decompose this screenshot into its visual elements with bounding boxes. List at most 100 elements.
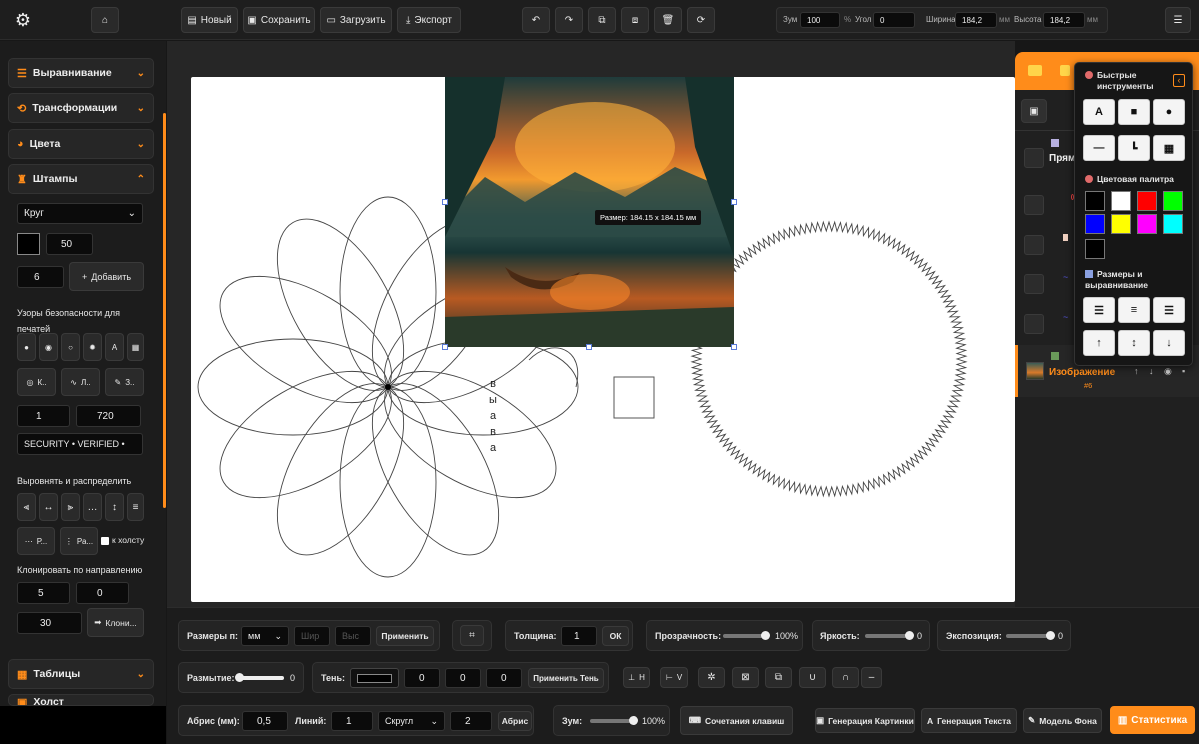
layer-up-icon[interactable]: ↑: [1134, 366, 1139, 376]
vertical-text[interactable]: в ы а в а: [487, 376, 499, 456]
line-tool-button[interactable]: —: [1083, 135, 1115, 161]
refresh-button[interactable]: ⟳: [687, 7, 715, 33]
pattern-z-button[interactable]: ✎ З..: [105, 368, 144, 396]
align-top-button[interactable]: …: [83, 493, 102, 521]
selection-handle[interactable]: [586, 344, 592, 350]
color-swatch-red[interactable]: [1137, 191, 1157, 211]
quick-align-bottom-button[interactable]: ↓: [1153, 330, 1185, 356]
accordion-align[interactable]: ☰ Выравнивание ⌄: [8, 58, 154, 88]
width-field[interactable]: Шир: [294, 626, 330, 646]
color-swatch-blue[interactable]: [1085, 214, 1105, 234]
rect-layer-name[interactable]: Прям: [1049, 153, 1075, 164]
stamp-count-input[interactable]: 6: [17, 266, 64, 288]
round-select[interactable]: Скругл ⌄: [378, 711, 445, 731]
center-v-button[interactable]: ⊢ V: [660, 667, 688, 688]
crop-button[interactable]: ⌗: [460, 625, 484, 646]
copy-button[interactable]: ⧉: [588, 7, 616, 33]
add-stamp-button[interactable]: + Добавить: [69, 262, 144, 291]
new-button[interactable]: ▤ Новый: [181, 7, 238, 33]
outline-button[interactable]: Абрис: [498, 711, 532, 731]
layer-visibility[interactable]: [1024, 235, 1044, 255]
blur-slider[interactable]: [235, 673, 284, 682]
align-bottom-button[interactable]: ≡: [127, 493, 144, 521]
quick-align-middle-button[interactable]: ↕: [1118, 330, 1150, 356]
circle-tool-button[interactable]: ●: [1153, 99, 1185, 125]
accordion-transform[interactable]: ⟲ Трансформации ⌄: [8, 93, 154, 123]
folder-icon[interactable]: [1060, 65, 1070, 76]
home-button[interactable]: ⌂: [91, 7, 119, 33]
selection-handle[interactable]: [731, 199, 737, 205]
stamp-color-swatch[interactable]: [17, 233, 40, 255]
delete-button[interactable]: 🗑: [654, 7, 682, 33]
sidebar-scroll-accent[interactable]: [163, 113, 166, 508]
union-button[interactable]: ∪: [799, 667, 826, 688]
brightness-slider[interactable]: [865, 631, 914, 640]
quick-align-center-button[interactable]: ≡: [1118, 297, 1150, 323]
clone-y-input[interactable]: 0: [76, 582, 129, 604]
clone-count-input[interactable]: 30: [17, 612, 82, 634]
stamp-size-input[interactable]: 50: [46, 233, 93, 255]
eye-icon[interactable]: ◉: [1164, 366, 1172, 377]
pattern-value-a[interactable]: 1: [17, 405, 70, 427]
shadow-y-input[interactable]: 0: [445, 668, 481, 688]
align-right-button[interactable]: ⫸: [61, 493, 80, 521]
generate-text-button[interactable]: A Генерация Текста: [921, 708, 1017, 733]
round-value-input[interactable]: 2: [450, 711, 492, 731]
color-swatch-yellow[interactable]: [1111, 214, 1131, 234]
selection-handle[interactable]: [731, 344, 737, 350]
shadow-x-input[interactable]: 0: [404, 668, 440, 688]
selection-handle[interactable]: [442, 344, 448, 350]
pattern-ring-button[interactable]: ○: [61, 333, 80, 361]
menu-button[interactable]: ☰: [1165, 7, 1191, 33]
color-swatch-cyan[interactable]: [1163, 214, 1183, 234]
color-swatch-white[interactable]: [1111, 191, 1131, 211]
accordion-canvas[interactable]: ▣ Холст: [8, 694, 154, 706]
opacity-slider[interactable]: [723, 631, 770, 640]
zoom-slider[interactable]: [590, 716, 638, 725]
square-tool-button[interactable]: ■: [1118, 99, 1150, 125]
corner-tool-button[interactable]: ┗: [1118, 135, 1150, 161]
pattern-l-button[interactable]: ∿ Л..: [61, 368, 100, 396]
height-input[interactable]: 184,2: [1043, 12, 1085, 28]
color-swatch-black[interactable]: [1085, 191, 1105, 211]
color-swatch-black-2[interactable]: [1085, 239, 1105, 259]
height-field[interactable]: Выс: [335, 626, 371, 646]
target-button[interactable]: ✲: [698, 667, 725, 688]
stamp-shape-select[interactable]: Круг ⌄: [17, 203, 143, 224]
accordion-stamps[interactable]: ♜ Штампы ⌃: [8, 164, 154, 194]
export-button[interactable]: ⤓ Экспорт: [397, 7, 461, 33]
accordion-colors[interactable]: ◕ Цвета ⌄: [8, 129, 154, 159]
angle-input[interactable]: 0: [873, 12, 915, 28]
outline-input[interactable]: 0,5: [242, 711, 288, 731]
selection-handle[interactable]: [442, 199, 448, 205]
intersect-button[interactable]: ∩: [832, 667, 859, 688]
layer-visibility[interactable]: [1024, 195, 1044, 215]
pattern-grid-button[interactable]: ▦: [127, 333, 144, 361]
align-hcenter-button[interactable]: ↔: [39, 493, 58, 521]
group-button[interactable]: ⧉: [765, 667, 792, 688]
accordion-tables[interactable]: ▦ Таблицы ⌄: [8, 659, 154, 689]
thickness-input[interactable]: 1: [561, 626, 597, 646]
text-tool-button[interactable]: A: [1083, 99, 1115, 125]
redo-button[interactable]: ↷: [555, 7, 583, 33]
subtract-button[interactable]: –: [861, 667, 882, 688]
unit-select[interactable]: мм ⌄: [241, 626, 289, 646]
shortcuts-button[interactable]: ⌨ Сочетания клавиш: [680, 706, 793, 735]
center-h-button[interactable]: ⊥ H: [623, 667, 650, 688]
pattern-target-button[interactable]: ◉: [39, 333, 58, 361]
security-text-input[interactable]: SECURITY • VERIFIED •: [17, 433, 143, 455]
pattern-k-button[interactable]: ◎ К..: [17, 368, 56, 396]
thickness-ok-button[interactable]: ОК: [602, 626, 629, 646]
shadow-color-swatch[interactable]: [350, 668, 399, 688]
pattern-burst-button[interactable]: ✹: [83, 333, 102, 361]
exposure-slider[interactable]: [1006, 631, 1055, 640]
layer-visibility[interactable]: [1024, 274, 1044, 294]
clone-button[interactable]: ➡ Клони...: [87, 608, 144, 637]
zoom-input[interactable]: 100: [800, 12, 840, 28]
table-tool-button[interactable]: ▦: [1153, 135, 1185, 161]
color-swatch-green[interactable]: [1163, 191, 1183, 211]
quick-align-top-button[interactable]: ↑: [1083, 330, 1115, 356]
to-canvas-checkbox[interactable]: [101, 537, 109, 545]
color-swatch-magenta[interactable]: [1137, 214, 1157, 234]
pattern-value-b[interactable]: 720: [76, 405, 141, 427]
